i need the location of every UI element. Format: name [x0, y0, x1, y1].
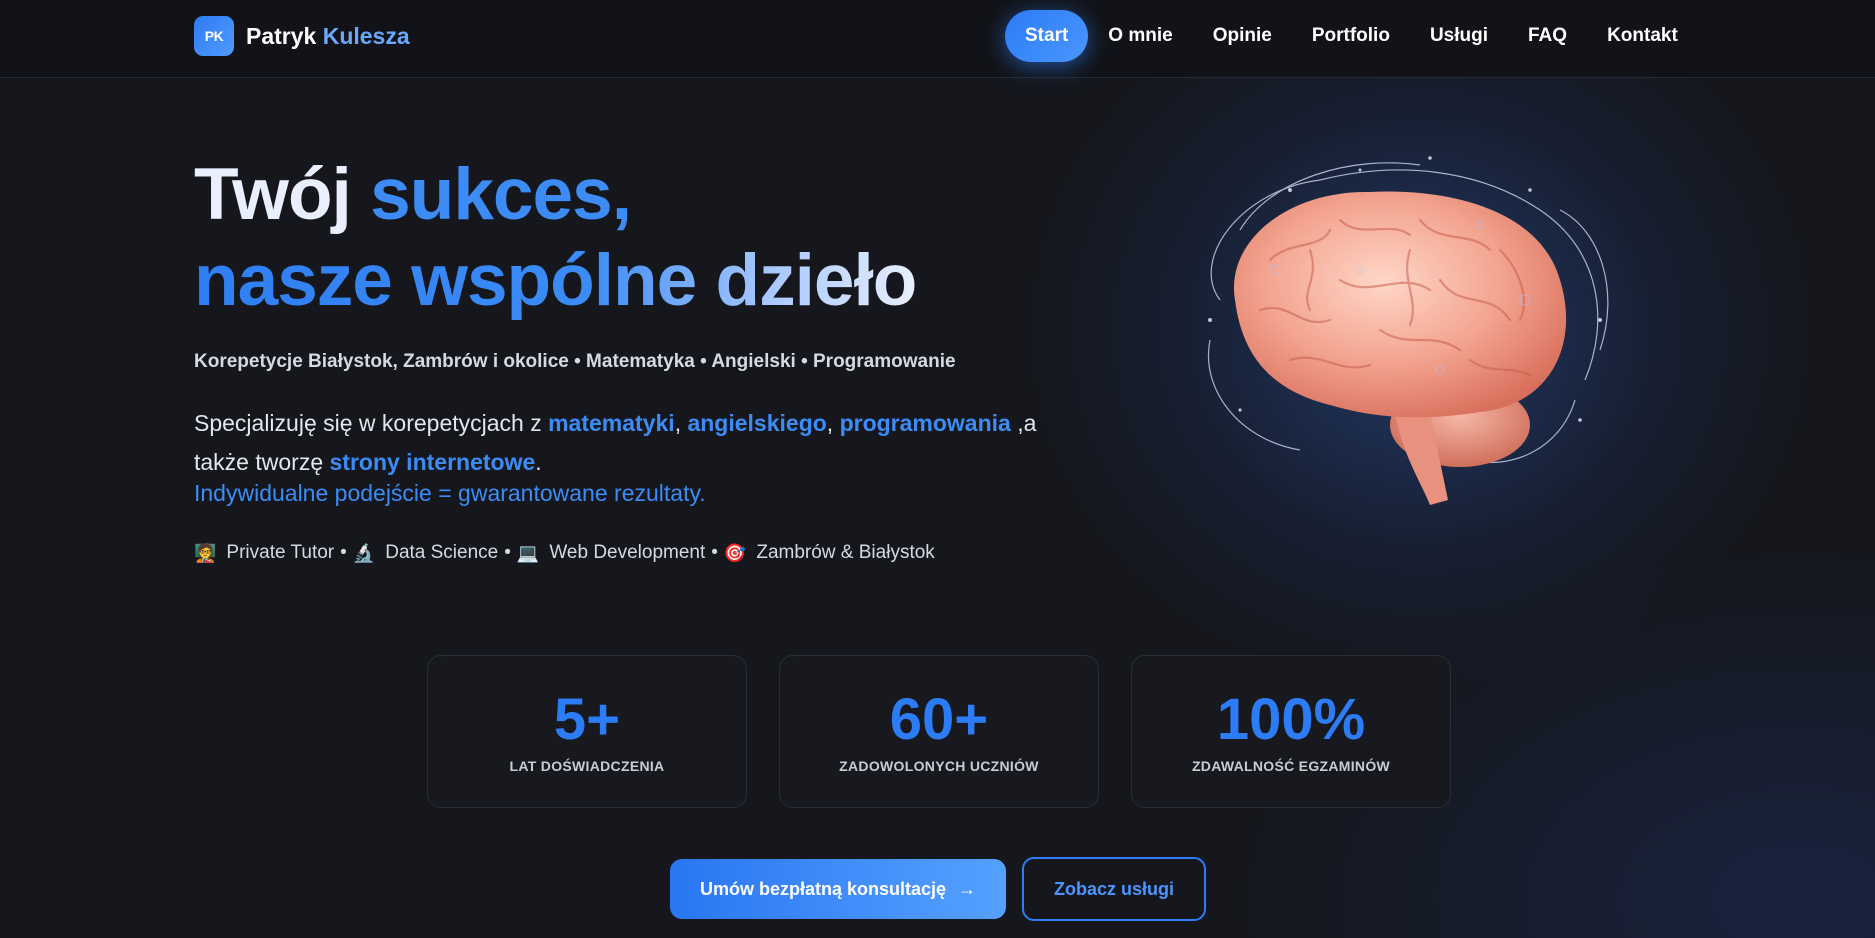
chip-label: Web Development: [549, 542, 706, 563]
stat-label: ZDAWALNOŚĆ EGZAMINÓW: [1191, 758, 1391, 774]
chip-label: Private Tutor: [226, 542, 335, 563]
stat-label: LAT DOŚWIADCZENIA: [509, 758, 665, 774]
desc-text: ,a: [1010, 410, 1037, 436]
top-navigation: PK Patryk Kulesza Start O mnie Opinie Po…: [0, 0, 1875, 78]
desc-text: ,: [826, 410, 840, 436]
nav-item-o-mnie[interactable]: O mnie: [1088, 10, 1192, 62]
see-services-button[interactable]: Zobacz usługi: [1022, 857, 1206, 921]
stat-card-experience: 5+ LAT DOŚWIADCZENIA: [427, 655, 747, 808]
link-matematyki[interactable]: matematyki: [548, 410, 675, 436]
link-programowania[interactable]: programowania: [840, 410, 1011, 436]
link-strony-internetowe[interactable]: strony internetowe: [330, 449, 536, 475]
nav-item-portfolio[interactable]: Portfolio: [1292, 10, 1410, 62]
book-consultation-button[interactable]: Umów bezpłatną konsultację →: [670, 859, 1006, 919]
hero-title: Twój sukces, nasze wspólne dzieło: [194, 152, 917, 324]
hero-title-line-2: nasze wspólne dzieło: [194, 240, 917, 321]
main-menu: Start O mnie Opinie Portfolio Usługi FAQ…: [1005, 10, 1698, 62]
nav-item-opinie[interactable]: Opinie: [1193, 10, 1292, 62]
stat-value: 60+: [889, 687, 989, 752]
chip-separator: •: [711, 542, 718, 563]
desc-text: także tworzę: [194, 449, 330, 475]
brand-first-name: Patryk: [246, 22, 317, 49]
desc-text: Specjalizuję się w korepetycjach z: [194, 410, 549, 436]
stat-value: 5+: [553, 687, 621, 752]
link-angielskiego[interactable]: angielskiego: [687, 410, 826, 436]
stat-card-pass-rate: 100% ZDAWALNOŚĆ EGZAMINÓW: [1131, 655, 1451, 808]
hero-tagline: Indywidualne podejście = gwarantowane re…: [194, 480, 706, 506]
nav-item-faq[interactable]: FAQ: [1508, 10, 1587, 62]
specialty-chips: 🧑‍🏫 Private Tutor • 🔬 Data Science • 💻 W…: [194, 542, 935, 564]
arrow-right-icon: →: [958, 878, 977, 899]
stat-label: ZADOWOLONYCH UCZNIÓW: [839, 758, 1039, 774]
nav-item-kontakt[interactable]: Kontakt: [1587, 10, 1698, 62]
nav-item-start[interactable]: Start: [1005, 10, 1089, 62]
nav-item-uslugi[interactable]: Usługi: [1410, 10, 1508, 62]
laptop-icon: 💻: [516, 542, 540, 563]
hero-title-word-1: Twój: [194, 154, 371, 235]
brain-illustration: [1208, 156, 1609, 505]
hero-subtitle: Korepetycje Białystok, Zambrów i okolice…: [194, 351, 956, 372]
desc-text: .: [535, 449, 542, 475]
chip-label: Zambrów & Białystok: [756, 542, 935, 563]
stat-card-students: 60+ ZADOWOLONYCH UCZNIÓW: [779, 655, 1099, 808]
chip-label: Data Science: [385, 542, 499, 563]
microscope-icon: 🔬: [352, 542, 376, 563]
desc-text: ,: [674, 410, 688, 436]
brand-name: Patryk Kulesza: [246, 23, 410, 50]
chip-separator: •: [504, 542, 511, 563]
stat-value: 100%: [1216, 687, 1366, 752]
brand-last-name: Kulesza: [322, 22, 410, 49]
target-icon: 🎯: [723, 542, 747, 563]
logo-badge: PK: [194, 16, 234, 56]
tutor-icon: 🧑‍🏫: [194, 542, 217, 563]
hero-description: Specjalizuję się w korepetycjach z matem…: [194, 404, 1054, 482]
hero-title-word-2: sukces,: [370, 154, 632, 235]
button-label: Umów bezpłatną konsultację: [699, 878, 947, 899]
chip-separator: •: [340, 542, 347, 563]
brand-logo[interactable]: PK Patryk Kulesza: [194, 16, 410, 56]
